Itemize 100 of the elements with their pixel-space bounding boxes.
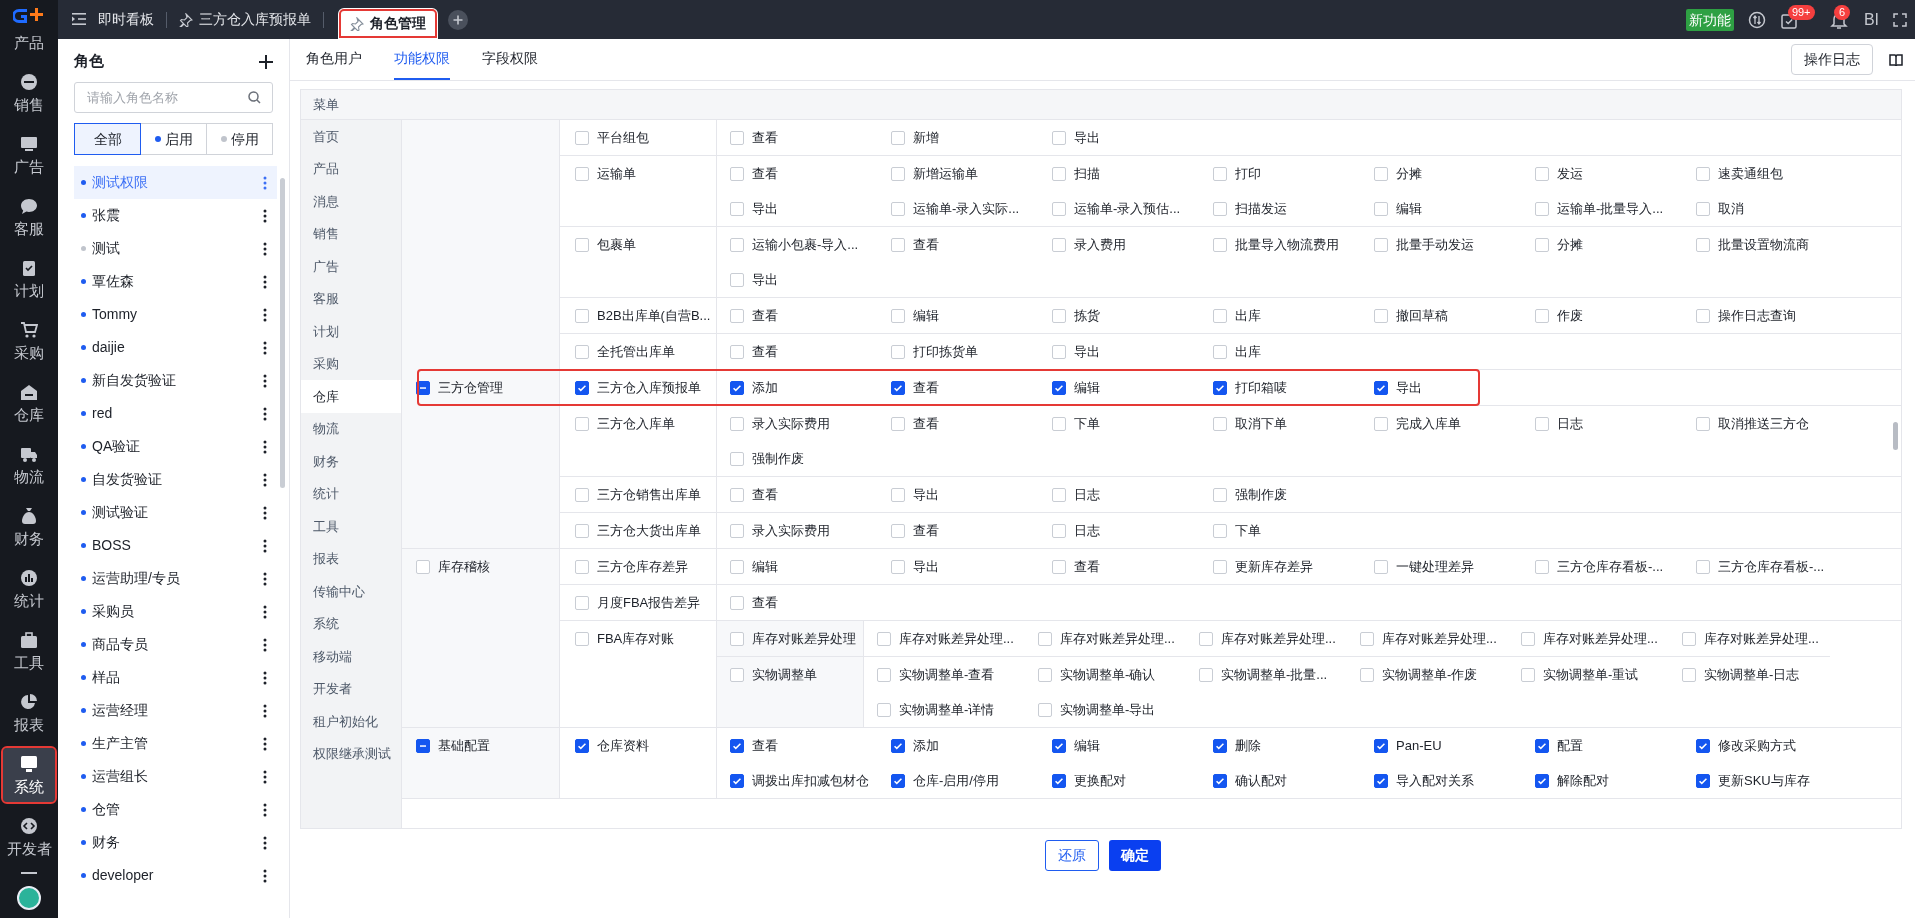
nav-item[interactable]: 物流 xyxy=(3,438,55,492)
more-icon[interactable] xyxy=(263,274,267,289)
role-item[interactable]: 运营助理/专员 xyxy=(74,562,277,595)
more-icon[interactable] xyxy=(263,439,267,454)
tab[interactable]: 功能权限 xyxy=(394,39,450,80)
role-item[interactable]: 财务 xyxy=(74,826,277,859)
nav-item[interactable]: 报表 xyxy=(3,686,55,740)
role-item[interactable]: 测试验证 xyxy=(74,496,277,529)
role-item[interactable]: 覃佐森 xyxy=(74,265,277,298)
scrollbar-thumb[interactable] xyxy=(1893,422,1898,450)
menu-item[interactable]: 仓库 xyxy=(301,380,401,413)
browser-tab[interactable]: 角色管理 xyxy=(338,8,438,39)
checkbox[interactable] xyxy=(730,773,744,788)
checkbox[interactable] xyxy=(1374,380,1388,395)
role-item[interactable]: 样品 xyxy=(74,661,277,694)
tab[interactable]: 字段权限 xyxy=(482,39,538,80)
role-item[interactable]: 测试权限 xyxy=(74,166,277,199)
more-icon[interactable] xyxy=(263,703,267,718)
nav-item[interactable]: 开发者 xyxy=(3,810,55,864)
role-item[interactable]: 商品专员 xyxy=(74,628,277,661)
checkbox[interactable] xyxy=(1374,773,1388,788)
role-item[interactable]: 生产主管 xyxy=(74,727,277,760)
filter-tab[interactable]: 全部 xyxy=(74,123,141,155)
checkbox[interactable] xyxy=(1696,773,1710,788)
more-icon[interactable] xyxy=(263,307,267,322)
fullscreen-icon[interactable] xyxy=(1893,12,1907,27)
role-item[interactable]: 运营经理 xyxy=(74,694,277,727)
checkbox[interactable] xyxy=(1535,773,1549,788)
filter-tab[interactable]: 启用 xyxy=(140,123,207,155)
checkbox[interactable] xyxy=(1052,773,1066,788)
nav-item[interactable]: 仓库 xyxy=(3,376,55,430)
more-icon[interactable] xyxy=(263,637,267,652)
nav-item[interactable]: 采购 xyxy=(3,314,55,368)
checkbox[interactable] xyxy=(1374,738,1388,753)
more-icon[interactable] xyxy=(263,505,267,520)
checkbox[interactable] xyxy=(730,380,744,395)
checkbox[interactable] xyxy=(1213,738,1227,753)
role-item[interactable]: red xyxy=(74,397,277,430)
more-icon[interactable] xyxy=(263,835,267,850)
book-icon[interactable] xyxy=(1889,53,1903,66)
more-icon[interactable] xyxy=(263,373,267,388)
filter-tab[interactable]: 停用 xyxy=(206,123,273,155)
nav-item[interactable]: 财务 xyxy=(3,500,55,554)
role-item[interactable]: developer xyxy=(74,859,277,892)
more-icon[interactable] xyxy=(263,670,267,685)
role-item[interactable]: 仓管 xyxy=(74,793,277,826)
more-icon[interactable] xyxy=(263,340,267,355)
collapse-menu-icon[interactable] xyxy=(72,13,86,25)
reset-button[interactable]: 还原 xyxy=(1044,840,1099,871)
role-item[interactable]: 新自发货验证 xyxy=(74,364,277,397)
more-icon[interactable] xyxy=(263,571,267,586)
role-item[interactable]: 测试 xyxy=(74,232,277,265)
checkbox[interactable] xyxy=(1213,380,1227,395)
checkbox[interactable] xyxy=(1696,738,1710,753)
more-icon[interactable] xyxy=(263,769,267,784)
more-icon[interactable] xyxy=(263,538,267,553)
more-icon[interactable] xyxy=(263,208,267,223)
checkbox[interactable] xyxy=(891,773,905,788)
add-icon[interactable] xyxy=(259,54,273,69)
role-item[interactable]: 张震 xyxy=(74,199,277,232)
more-icon[interactable] xyxy=(263,802,267,817)
checkbox[interactable] xyxy=(891,380,905,395)
checkbox[interactable] xyxy=(1052,380,1066,395)
role-item[interactable]: Tommy xyxy=(74,298,277,331)
more-icon[interactable] xyxy=(263,736,267,751)
checkbox[interactable] xyxy=(575,738,589,753)
more-icon[interactable] xyxy=(263,241,267,256)
checkbox[interactable] xyxy=(416,738,430,753)
nav-item[interactable]: 客服 xyxy=(3,190,55,244)
more-icon[interactable] xyxy=(263,472,267,487)
nav-item[interactable]: 计划 xyxy=(3,252,55,306)
avatar[interactable] xyxy=(17,886,41,910)
scrollbar-thumb[interactable] xyxy=(280,178,285,488)
nav-item[interactable]: 统计 xyxy=(3,562,55,616)
checkbox[interactable] xyxy=(1052,738,1066,753)
checkbox[interactable] xyxy=(1213,773,1227,788)
role-item[interactable]: BOSS xyxy=(74,529,277,562)
nav-item[interactable]: 产品 xyxy=(3,4,55,58)
nav-item[interactable]: 销售 xyxy=(3,66,55,120)
nav-item[interactable]: 广告 xyxy=(3,128,55,182)
role-item[interactable]: 采购员 xyxy=(74,595,277,628)
log-button[interactable]: 操作日志 xyxy=(1791,44,1873,75)
checkbox[interactable] xyxy=(575,380,589,395)
search-field[interactable]: 请输入角色名称 xyxy=(74,82,273,113)
checkbox[interactable] xyxy=(891,738,905,753)
role-item[interactable]: 运营组长 xyxy=(74,760,277,793)
checkbox[interactable] xyxy=(730,738,744,753)
sync-circle-icon[interactable] xyxy=(1747,10,1766,29)
browser-tab[interactable]: 三方仓入库预报单 xyxy=(167,4,323,35)
nav-item[interactable]: 工具 xyxy=(3,624,55,678)
more-icon[interactable] xyxy=(263,604,267,619)
checkbox[interactable] xyxy=(1535,738,1549,753)
role-item[interactable]: 自发货验证 xyxy=(74,463,277,496)
role-item[interactable]: daijie xyxy=(74,331,277,364)
nav-item[interactable]: 系统 xyxy=(3,748,55,802)
role-item[interactable]: QA验证 xyxy=(74,430,277,463)
add-tab-icon[interactable] xyxy=(448,10,468,30)
more-icon[interactable] xyxy=(263,868,267,883)
confirm-button[interactable]: 确定 xyxy=(1108,840,1161,871)
tab[interactable]: 角色用户 xyxy=(306,39,362,80)
